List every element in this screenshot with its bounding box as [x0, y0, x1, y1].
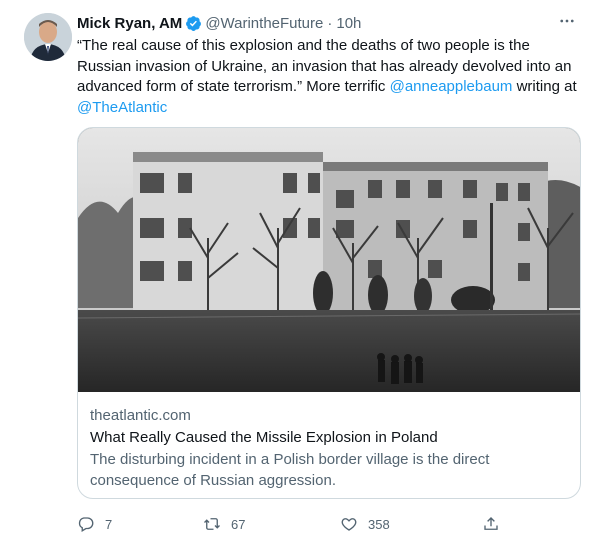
- more-options-icon: [560, 19, 574, 23]
- like-count: 358: [368, 516, 390, 532]
- link-card[interactable]: theatlantic.com What Really Caused the M…: [77, 127, 581, 499]
- retweet-icon: [204, 518, 220, 530]
- retweet-count: 67: [231, 516, 246, 532]
- card-title: What Really Caused the Missile Explosion…: [90, 429, 438, 446]
- reply-button[interactable]: 7: [77, 512, 112, 536]
- like-button[interactable]: 358: [340, 512, 390, 536]
- share-icon: [484, 517, 498, 530]
- tweet-text: “The real cause of this explosion and th…: [77, 36, 583, 118]
- tweet-header: Mick Ryan, AM @WarintheFuture · 10h: [77, 12, 582, 34]
- tweet-actions: 7 67 358: [77, 512, 582, 536]
- mention-anneapplebaum[interactable]: @anneapplebaum: [390, 78, 513, 95]
- tweet-timestamp[interactable]: 10h: [336, 15, 361, 32]
- card-image[interactable]: [78, 128, 580, 392]
- tweet-text-part2: writing at: [512, 78, 577, 95]
- reply-icon: [78, 517, 94, 532]
- author-avatar[interactable]: [24, 13, 72, 61]
- author-name[interactable]: Mick Ryan, AM: [77, 15, 182, 32]
- separator-dot: ·: [327, 14, 333, 32]
- card-description: The disturbing incident in a Polish bord…: [90, 451, 490, 489]
- card-meta: theatlantic.com What Really Caused the M…: [90, 405, 568, 491]
- mention-theatlantic[interactable]: @TheAtlantic: [77, 99, 167, 116]
- more-options-button[interactable]: [556, 12, 578, 34]
- reply-count: 7: [105, 516, 113, 532]
- author-handle[interactable]: @WarintheFuture: [205, 15, 323, 32]
- share-button[interactable]: [482, 512, 500, 536]
- like-icon: [341, 518, 357, 531]
- retweet-button[interactable]: 67: [203, 512, 245, 536]
- verified-badge-icon: [186, 15, 202, 31]
- card-domain: theatlantic.com: [90, 407, 191, 424]
